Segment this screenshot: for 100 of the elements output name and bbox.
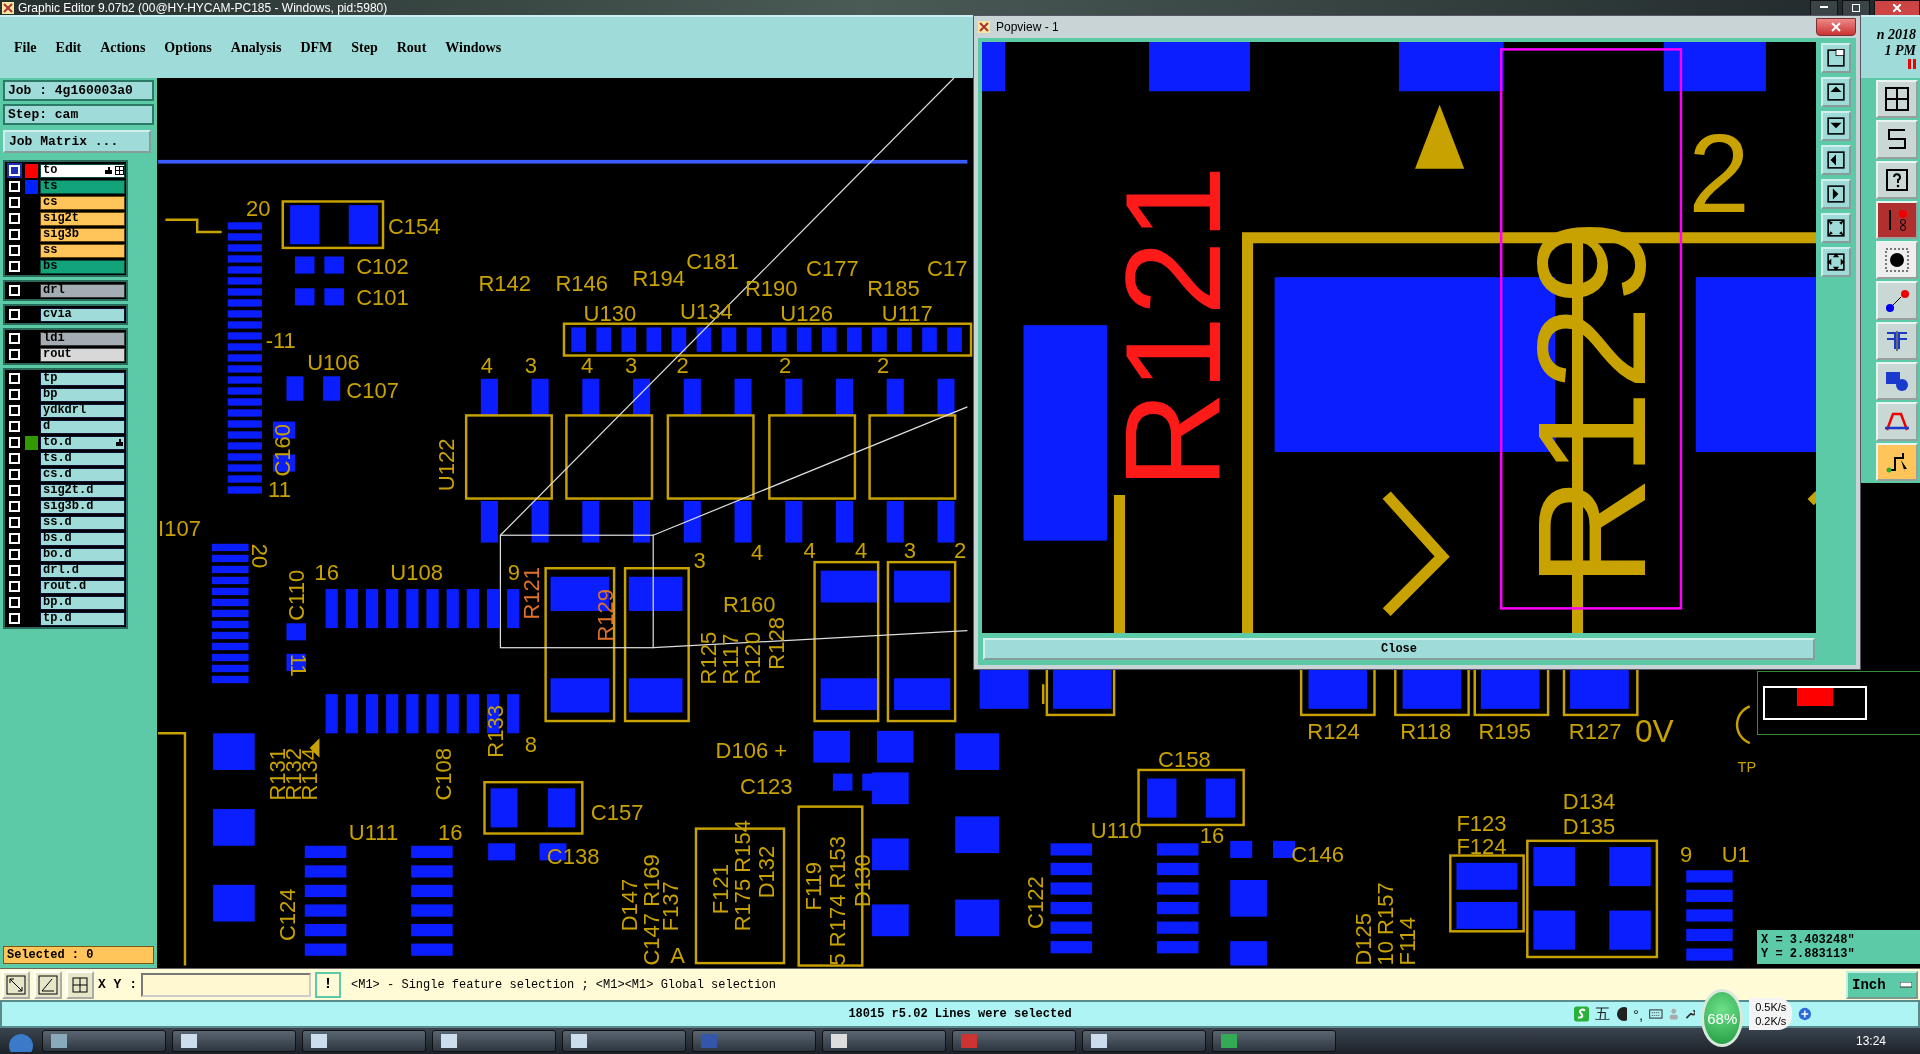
grid-button[interactable] [66,970,94,999]
keyboard-icon[interactable] [1649,1007,1663,1021]
moon-icon[interactable] [1616,1006,1628,1022]
hint-button[interactable]: ! [315,971,341,998]
layer-name[interactable]: bs [40,259,125,274]
taskbar-button[interactable] [302,1030,426,1052]
layer-checkbox[interactable] [9,613,20,624]
layer-name[interactable]: to.d [40,435,125,450]
layer-name[interactable]: bp.d [40,595,125,610]
maximize-button[interactable] [1842,0,1870,16]
taskbar-button[interactable] [432,1030,556,1052]
layer-name[interactable]: ts [40,179,125,194]
job-matrix-button[interactable]: Job Matrix ... [3,130,151,153]
arch-tool-button[interactable] [1876,402,1918,441]
layer-name[interactable]: bo.d [40,547,125,562]
layer-name[interactable]: rout [40,347,125,362]
layer-checkbox[interactable] [9,469,20,480]
window-button[interactable] [1821,43,1851,73]
layer-name[interactable]: sig3b [40,227,125,242]
layer-name[interactable]: ts.d [40,451,125,466]
ime-mode[interactable]: 五 [1595,1004,1611,1024]
close-button[interactable] [1816,18,1856,36]
taskbar-button[interactable] [562,1030,686,1052]
layer-name[interactable]: tp.d [40,611,125,626]
layer-name[interactable]: ss [40,243,125,258]
layer-name[interactable]: sig2t.d [40,483,125,498]
shapes-tool-button[interactable] [1876,362,1918,401]
layer-name[interactable]: sig3b.d [40,499,125,514]
layer-name[interactable]: cs [40,195,125,210]
layer-name[interactable]: bs.d [40,531,125,546]
layer-name[interactable]: drl [40,283,125,298]
taskbar-button[interactable] [822,1030,946,1052]
layer-checkbox[interactable] [9,581,20,592]
menu-item[interactable]: Step [351,39,378,56]
layer-checkbox[interactable] [9,197,20,208]
layer-checkbox[interactable] [9,309,20,320]
layer-checkbox[interactable] [9,373,20,384]
layer-checkbox[interactable] [9,485,20,496]
layer-name[interactable]: rout.d [40,579,125,594]
menu-item[interactable]: Windows [445,39,502,56]
layer-name[interactable]: tp [40,371,125,386]
points-tool-button[interactable] [1876,281,1918,320]
layer-checkbox[interactable] [9,245,20,256]
mirror-tool-button[interactable] [1876,321,1918,361]
layer-checkbox[interactable] [9,565,20,576]
right-button[interactable] [1821,179,1851,209]
zoom-fit-button[interactable] [2,970,30,999]
menu-item[interactable]: Edit [55,39,82,56]
taskbar-button[interactable] [172,1030,296,1052]
layer-name[interactable]: drl.d [40,563,125,578]
layer-checkbox[interactable] [9,213,20,224]
layer-name[interactable]: ss.d [40,515,125,530]
up-button[interactable] [1821,77,1851,107]
minimize-button[interactable] [1810,0,1838,16]
xy-input[interactable] [141,972,311,997]
grid-xy-tool-button[interactable] [1876,80,1918,119]
route-tool-button[interactable] [1876,442,1918,481]
close-popview-button[interactable]: Close [983,638,1815,660]
layer-checkbox[interactable] [9,261,20,272]
taskbar-button[interactable] [1082,1030,1206,1052]
layer-name[interactable]: sig2t [40,211,125,226]
down-button[interactable] [1821,111,1851,141]
dot-tool-button[interactable] [1876,241,1918,280]
close-button[interactable] [1874,0,1920,16]
layer-checkbox[interactable] [9,389,20,400]
layer-checkbox[interactable] [9,517,20,528]
layer-checkbox[interactable] [9,333,20,344]
layer-checkbox[interactable] [9,437,20,448]
punctuation-mode[interactable]: °, [1633,1005,1644,1023]
move-button[interactable] [1821,247,1851,277]
layer-checkbox[interactable] [9,405,20,416]
menu-item[interactable]: Analysis [230,39,282,56]
taskbar-button[interactable] [1212,1030,1336,1052]
layer-checkbox[interactable] [9,533,20,544]
layer-name[interactable]: to [40,163,125,178]
layer-checkbox[interactable] [9,181,20,192]
menu-item[interactable]: Rout [396,39,427,56]
menu-item[interactable]: DFM [300,39,333,56]
left-button[interactable] [1821,145,1851,175]
layer-name[interactable]: cs.d [40,467,125,482]
layer-checkbox[interactable] [9,285,20,296]
layer-checkbox[interactable] [9,501,20,512]
layer-checkbox[interactable] [9,453,20,464]
layer-checkbox[interactable] [9,597,20,608]
unit-dropdown[interactable]: Inch [1846,970,1918,999]
taskbar-button[interactable] [42,1030,166,1052]
layer-name[interactable]: cvia [40,307,125,322]
shrink-button[interactable] [1821,213,1851,243]
menu-item[interactable]: Actions [100,39,146,56]
layers-tool-button[interactable] [1876,200,1918,240]
help-tool-button[interactable] [1876,160,1918,199]
layer-checkbox[interactable] [9,421,20,432]
layer-checkbox[interactable] [9,229,20,240]
layer-checkbox[interactable] [9,165,20,176]
layer-name[interactable]: ldi [40,331,125,346]
measure-button[interactable] [34,970,62,999]
layer-name[interactable]: bp [40,387,125,402]
layer-checkbox[interactable] [9,549,20,560]
menu-item[interactable]: File [14,39,37,56]
menu-item[interactable]: Options [164,39,212,56]
